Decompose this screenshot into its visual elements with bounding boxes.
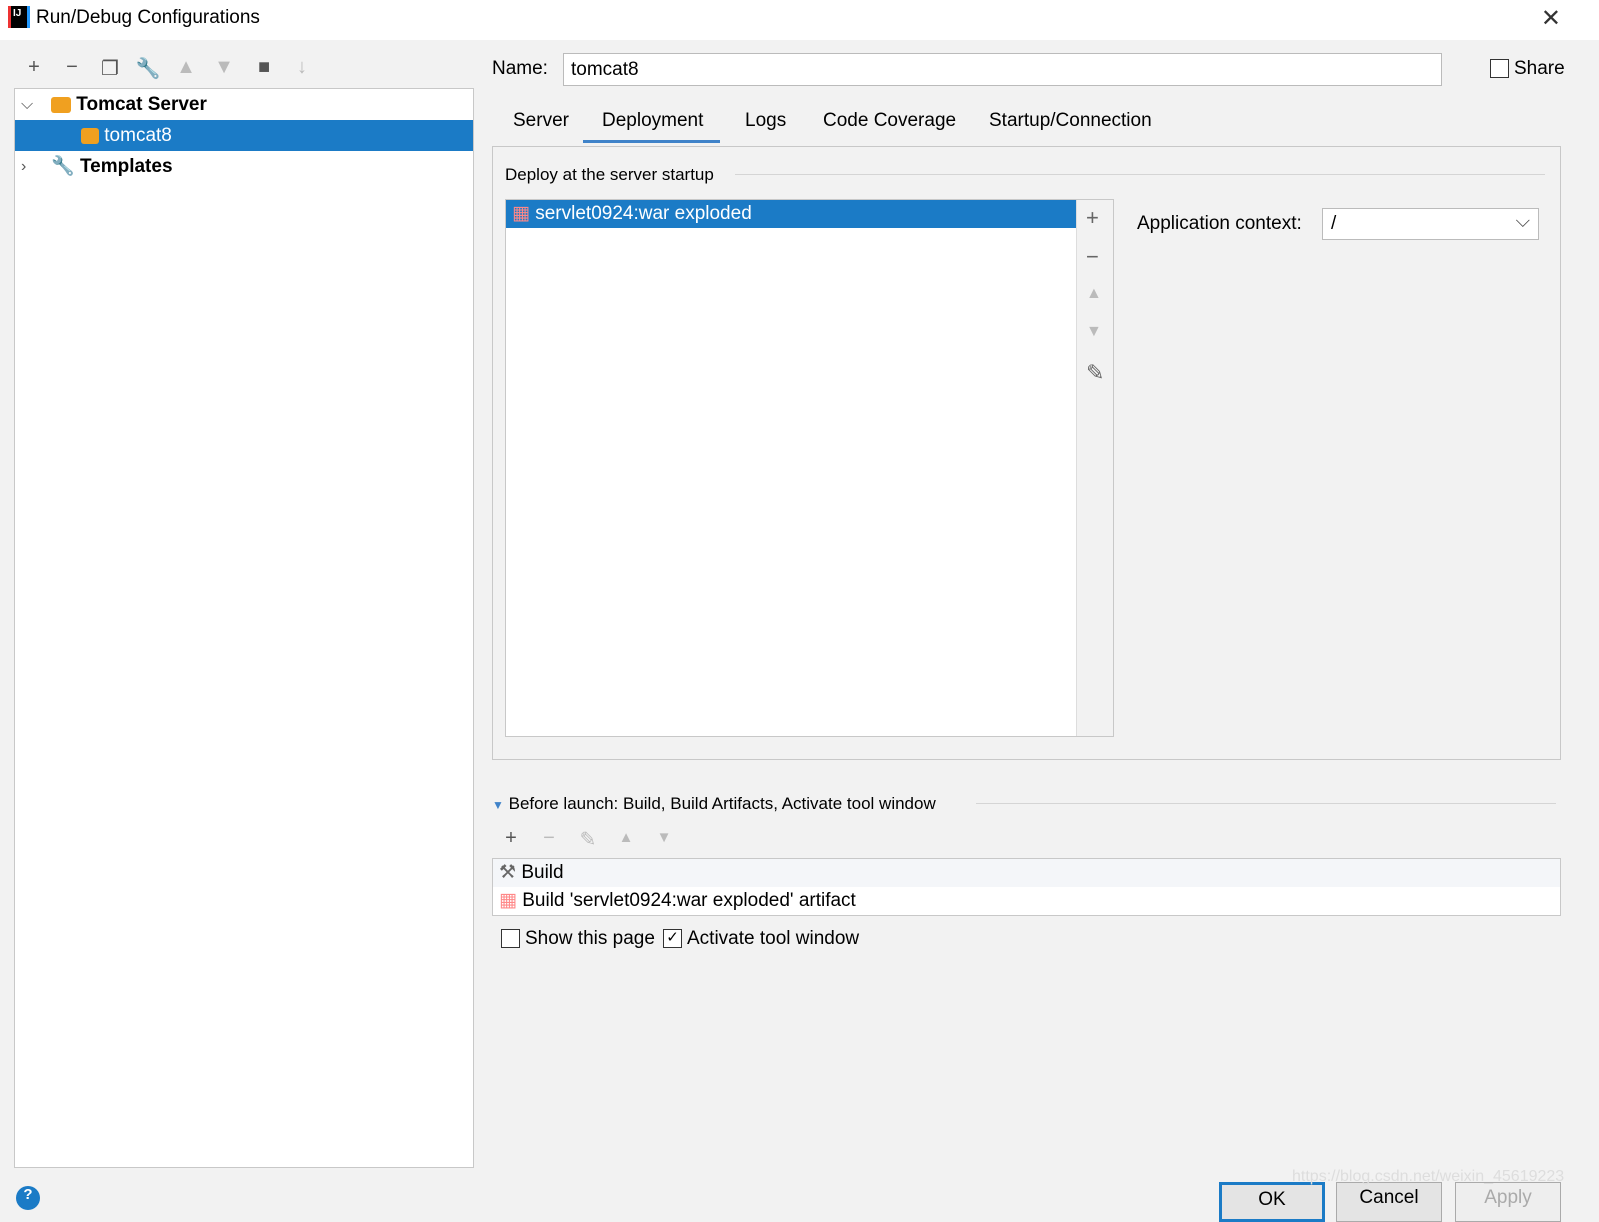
name-label: Name:: [492, 58, 548, 79]
arrow-down-icon[interactable]: ▼: [1086, 323, 1102, 341]
chevron-down-icon[interactable]: ⌵: [21, 89, 33, 120]
watermark: https://blog.csdn.net/weixin_45619223: [1292, 1168, 1565, 1185]
tomcat-icon: [51, 96, 71, 113]
name-input[interactable]: tomcat8: [563, 53, 1442, 86]
tree-item-tomcat-server[interactable]: ⌵ Tomcat Server: [15, 89, 473, 120]
hammer-icon: ⚒: [499, 862, 517, 883]
arrow-up-icon[interactable]: ▲: [172, 56, 200, 79]
cancel-button[interactable]: Cancel: [1336, 1182, 1442, 1222]
config-tree[interactable]: ⌵ Tomcat Server tomcat8 › 🔧 Templates: [14, 88, 474, 1168]
wrench-icon[interactable]: 🔧: [134, 56, 162, 81]
context-select[interactable]: / ⌵: [1322, 208, 1539, 240]
pencil-icon[interactable]: ✎: [574, 827, 602, 852]
context-label: Application context:: [1137, 213, 1302, 234]
tab-server[interactable]: Server: [513, 110, 569, 132]
divider: [976, 803, 1556, 804]
pencil-icon[interactable]: ✎: [1086, 360, 1104, 386]
minus-icon[interactable]: −: [1086, 244, 1099, 270]
help-icon[interactable]: ?: [16, 1186, 40, 1210]
before-launch-header[interactable]: ▼ Before launch: Build, Build Artifacts,…: [492, 794, 936, 814]
arrow-up-icon[interactable]: ▲: [612, 829, 640, 846]
artifact-icon: ▦: [499, 890, 517, 911]
activate-window-checkbox[interactable]: ✓ Activate tool window: [663, 928, 859, 950]
task-build-artifact[interactable]: ▦ Build 'servlet0924:war exploded' artif…: [493, 887, 951, 915]
deploy-item-label: servlet0924:war exploded: [535, 203, 752, 224]
show-page-checkbox[interactable]: Show this page: [501, 928, 655, 950]
context-value: /: [1331, 213, 1337, 234]
minus-icon[interactable]: −: [535, 827, 563, 850]
tree-item-label: Templates: [79, 156, 173, 177]
tree-item-tomcat8[interactable]: tomcat8: [15, 120, 473, 151]
checkmark-icon[interactable]: ✓: [663, 929, 682, 949]
before-launch-title: Before launch: Build, Build Artifacts, A…: [508, 794, 936, 813]
tab-deployment[interactable]: Deployment: [583, 110, 721, 143]
remove-config-button[interactable]: −: [58, 56, 86, 79]
show-page-label: Show this page: [525, 928, 655, 949]
section-title: Deploy at the server startup: [505, 165, 714, 184]
tab-startup-connection[interactable]: Startup/Connection: [989, 110, 1152, 132]
wrench-icon: 🔧: [51, 156, 75, 177]
before-launch-list[interactable]: ⚒ Build ▦ Build 'servlet0924:war explode…: [492, 858, 1561, 916]
plus-icon[interactable]: +: [1086, 205, 1099, 231]
tree-item-templates[interactable]: › 🔧 Templates: [15, 151, 473, 182]
arrow-up-icon[interactable]: ▲: [1086, 285, 1102, 303]
intellij-logo-icon: IJ: [8, 6, 30, 28]
plus-icon[interactable]: +: [497, 827, 525, 850]
tree-item-label: Tomcat Server: [76, 94, 207, 115]
close-icon[interactable]: ✕: [1541, 4, 1561, 33]
tomcat-icon: [81, 127, 99, 144]
deploy-item[interactable]: ▦ servlet0924:war exploded: [506, 200, 1077, 228]
divider: [735, 174, 1545, 175]
tree-item-label: tomcat8: [104, 125, 172, 146]
folder-add-icon[interactable]: ■: [250, 56, 278, 79]
copy-icon[interactable]: ❐: [96, 56, 124, 81]
sort-az-icon[interactable]: ↓: [288, 56, 316, 79]
checkbox-box[interactable]: [1490, 59, 1509, 79]
add-config-button[interactable]: +: [20, 56, 48, 79]
apply-button[interactable]: Apply: [1455, 1182, 1561, 1222]
activate-label: Activate tool window: [687, 928, 860, 949]
window-title: Run/Debug Configurations: [36, 7, 260, 28]
tab-code-coverage[interactable]: Code Coverage: [823, 110, 956, 132]
chevron-right-icon[interactable]: ›: [21, 151, 26, 182]
share-checkbox[interactable]: Share: [1490, 58, 1565, 80]
chevron-down-icon: ⌵: [1515, 211, 1530, 232]
task-label: Build: [521, 862, 564, 883]
arrow-down-icon[interactable]: ▼: [650, 829, 678, 846]
deploy-list-toolbar: [1076, 200, 1113, 736]
artifact-icon: ▦: [512, 203, 530, 224]
arrow-down-icon[interactable]: ▼: [210, 56, 238, 79]
deploy-list[interactable]: ▦ servlet0924:war exploded: [505, 199, 1114, 737]
triangle-down-icon[interactable]: ▼: [492, 798, 504, 812]
ok-button[interactable]: OK: [1219, 1182, 1325, 1222]
task-build[interactable]: ⚒ Build: [493, 859, 1560, 887]
checkbox-box[interactable]: [501, 929, 520, 949]
task-label: Build 'servlet0924:war exploded' artifac…: [522, 890, 856, 911]
tab-logs[interactable]: Logs: [745, 110, 786, 132]
share-label: Share: [1514, 58, 1565, 79]
